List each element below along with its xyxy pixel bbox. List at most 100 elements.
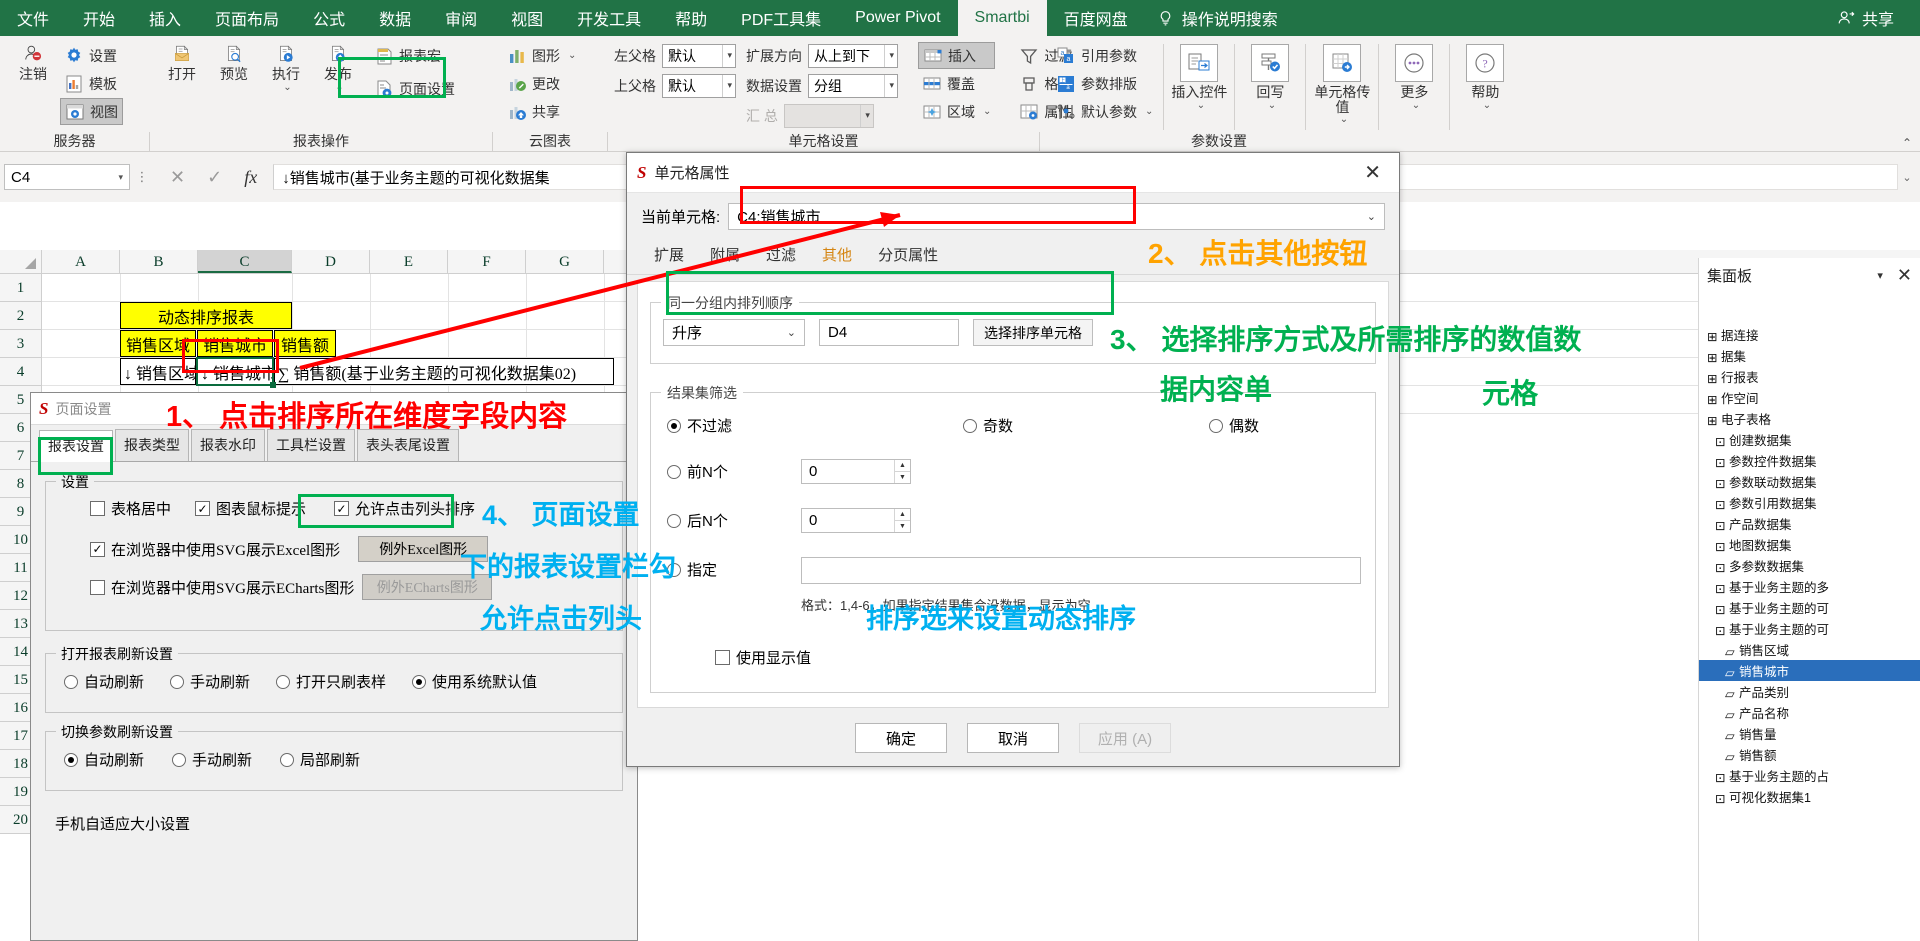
chevron-down-icon[interactable]: ⌄ [1268, 100, 1276, 111]
column-header-D[interactable]: D [292, 250, 370, 273]
tab-report-settings[interactable]: 报表设置 [39, 430, 113, 462]
radio-auto-refresh-open[interactable]: 自动刷新 [64, 671, 144, 692]
tab-filter[interactable]: 过滤 [753, 238, 809, 274]
checkbox-svg-excel[interactable]: ✓ 在浏览器中使用SVG展示Excel图形 [90, 539, 340, 560]
writeback-button[interactable]: 回写 ⌄ [1241, 40, 1299, 111]
tab-toolbar-settings[interactable]: 工具栏设置 [267, 429, 355, 461]
insert-function-icon[interactable]: fx [244, 167, 257, 188]
template-button[interactable]: 模板 [60, 70, 123, 97]
tree-node[interactable]: ⊡ 基于业务主题的可 [1699, 597, 1920, 618]
menu-item-baidu-netdisk[interactable]: 百度网盘 [1047, 0, 1145, 36]
execute-button[interactable]: 执行 ⌄ [260, 40, 312, 93]
chart-share-button[interactable]: 共享 [503, 98, 580, 125]
cell-data-region[interactable]: ↓ 销售区域 [120, 358, 196, 385]
column-header-G[interactable]: G [526, 250, 604, 273]
formula-expand-icon[interactable]: ⌄ [1898, 171, 1916, 184]
menu-item-file[interactable]: 文件 [0, 0, 66, 36]
column-header-B[interactable]: B [120, 250, 198, 273]
column-header-C[interactable]: C [198, 250, 292, 273]
tab-header-footer-settings[interactable]: 表头表尾设置 [357, 429, 459, 461]
name-box[interactable]: C4 ▾ [4, 164, 130, 190]
tree-node[interactable]: ⊞ 作空间 [1699, 387, 1920, 408]
region-cell-button[interactable]: 区域 ⌄ [918, 98, 995, 125]
data-setting-select[interactable]: 分组 ▾ [808, 73, 898, 98]
chevron-down-icon[interactable]: ⌄ [1197, 100, 1205, 111]
insert-cell-button[interactable]: 插入 [918, 42, 996, 69]
menu-item-pdf-tools[interactable]: PDF工具集 [724, 0, 838, 36]
menu-item-smartbi[interactable]: Smartbi [957, 0, 1047, 36]
close-icon[interactable]: ✕ [1897, 265, 1912, 286]
close-icon[interactable]: ✕ [1356, 161, 1389, 185]
tree-node[interactable]: ⊞ 行报表 [1699, 366, 1920, 387]
cell-title[interactable]: 动态排序报表 [120, 302, 292, 329]
chevron-down-icon[interactable]: ⌄ [568, 50, 576, 61]
menu-item-home[interactable]: 开始 [66, 0, 132, 36]
radio-partial-refresh-param[interactable]: 局部刷新 [280, 749, 360, 770]
current-cell-select[interactable]: C4:销售城市 ⌄ [728, 203, 1385, 230]
ok-button[interactable]: 确定 [855, 723, 947, 753]
expand-direction-select[interactable]: 从上到下 ▾ [808, 43, 898, 68]
cell-pass-button[interactable]: 单元格传值 ⌄ [1312, 40, 1372, 125]
search-tell-me[interactable]: 操作说明搜索 [1145, 0, 1295, 36]
formula-bar-handle[interactable]: ⋮ [130, 169, 154, 185]
more-button[interactable]: 更多 ⌄ [1385, 40, 1443, 111]
tab-expand[interactable]: 扩展 [641, 238, 697, 274]
select-all-corner[interactable] [0, 250, 42, 273]
row-header-3[interactable]: 3 [0, 330, 41, 358]
tab-report-type[interactable]: 报表类型 [115, 429, 189, 461]
top-parent-cell-select[interactable]: 默认 ▾ [662, 73, 736, 98]
cell-header-city[interactable]: 销售城市 [197, 330, 273, 357]
radio-even[interactable]: 偶数 [1209, 415, 1259, 436]
menu-item-page-layout[interactable]: 页面布局 [198, 0, 296, 36]
cancel-formula-icon[interactable]: ✕ [170, 167, 185, 188]
chevron-down-icon[interactable]: ▾ [1877, 269, 1883, 282]
checkbox-table-center[interactable]: 表格居中 [90, 498, 171, 519]
tree-node[interactable]: ▱ 销售区域 [1699, 639, 1920, 660]
checkbox-svg-echarts[interactable]: 在浏览器中使用SVG展示ECharts图形 [90, 577, 354, 598]
tree-node[interactable]: ⊡ 基于业务主题的多 [1699, 576, 1920, 597]
radio-open-refresh-style-only[interactable]: 打开只刷表样 [276, 671, 386, 692]
menu-item-help[interactable]: 帮助 [658, 0, 724, 36]
collapse-ribbon-icon[interactable]: ⌃ [1902, 136, 1912, 150]
menu-item-insert[interactable]: 插入 [132, 0, 198, 36]
report-macro-button[interactable]: 报表宏 [370, 42, 459, 69]
chevron-down-icon[interactable]: ⌄ [1483, 100, 1491, 111]
cell-data-amount[interactable]: ∑ 销售额(基于业务主题的可视化数据集02) [274, 358, 614, 385]
logout-button[interactable]: 注销 [6, 40, 60, 82]
menu-item-formula[interactable]: 公式 [296, 0, 362, 36]
chevron-down-icon[interactable]: ⌄ [1145, 106, 1153, 117]
menu-item-dev-tools[interactable]: 开发工具 [560, 0, 658, 36]
left-parent-cell-select[interactable]: 默认 ▾ [662, 43, 736, 68]
tree-node[interactable]: ⊞ 据集 [1699, 345, 1920, 366]
overwrite-cell-button[interactable]: 覆盖 [918, 70, 995, 97]
choose-sort-cell-button[interactable]: 选择排序单元格 [973, 319, 1093, 346]
tree-node[interactable]: ⊡ 多参数数据集 [1699, 555, 1920, 576]
help-button[interactable]: ? 帮助 ⌄ [1456, 40, 1514, 111]
row-header-1[interactable]: 1 [0, 274, 41, 302]
tree-node[interactable]: ⊡ 创建数据集 [1699, 429, 1920, 450]
column-header-F[interactable]: F [448, 250, 526, 273]
checkbox-allow-header-sort[interactable]: ✓ 允许点击列头排序 [334, 498, 475, 519]
preview-button[interactable]: 预览 [208, 40, 260, 82]
view-button[interactable]: 视图 [60, 98, 123, 125]
insert-control-button[interactable]: 插入控件 ⌄ [1170, 40, 1228, 111]
page-setup-button[interactable]: 页面设置 [370, 75, 459, 102]
radio-manual-refresh-open[interactable]: 手动刷新 [170, 671, 250, 692]
cell-header-region[interactable]: 销售区域 [120, 330, 196, 357]
menu-item-view[interactable]: 视图 [494, 0, 560, 36]
chevron-down-icon[interactable]: ⌄ [983, 106, 991, 117]
tree-node[interactable]: ⊡ 参数引用数据集 [1699, 492, 1920, 513]
tree-node[interactable]: ⊡ 参数控件数据集 [1699, 450, 1920, 471]
tree-node[interactable]: ▱ 销售额 [1699, 744, 1920, 765]
tree-node[interactable]: ⊡ 参数联动数据集 [1699, 471, 1920, 492]
sort-order-select[interactable]: 升序 ⌄ [663, 319, 805, 346]
radio-bottom-n[interactable]: 后N个 [667, 510, 728, 531]
chevron-down-icon[interactable]: ⌄ [1340, 114, 1348, 125]
cell-header-amount[interactable]: 销售额 [274, 330, 336, 357]
column-header-E[interactable]: E [370, 250, 448, 273]
open-button[interactable]: 打开 [156, 40, 208, 82]
radio-auto-refresh-param[interactable]: 自动刷新 [64, 749, 144, 770]
cancel-button[interactable]: 取消 [967, 723, 1059, 753]
row-header-2[interactable]: 2 [0, 302, 41, 330]
radio-specify[interactable]: 指定 [667, 559, 717, 580]
